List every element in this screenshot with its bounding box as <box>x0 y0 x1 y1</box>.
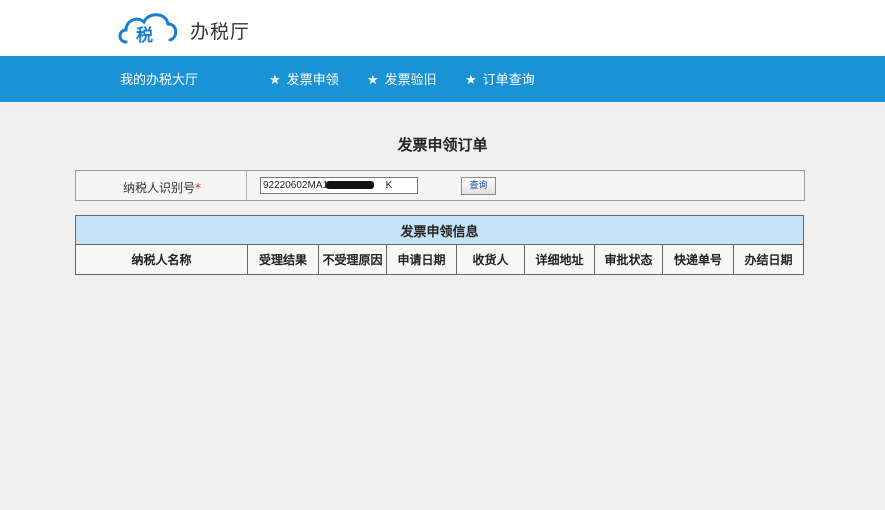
nav-invoice-apply[interactable]: ★ 发票申领 <box>269 69 339 88</box>
star-icon: ★ <box>269 73 281 88</box>
query-form: 纳税人识别号* 92220602MA14 K 查询 <box>75 170 805 201</box>
column-header: 快递单号 <box>662 244 734 275</box>
main-nav: 我的办税大厅 ★ 发票申领 ★ 发票验旧 ★ 订单查询 <box>0 56 885 102</box>
column-header: 纳税人名称 <box>75 244 248 275</box>
nav-home[interactable]: 我的办税大厅 <box>120 69 198 88</box>
column-header: 不受理原因 <box>318 244 387 275</box>
column-header: 审批状态 <box>594 244 663 275</box>
star-icon: ★ <box>465 73 477 88</box>
column-header: 详细地址 <box>524 244 595 275</box>
redaction-mark <box>326 181 374 189</box>
required-mark: * <box>195 181 202 195</box>
query-label-cell: 纳税人识别号* <box>76 171 247 200</box>
nav-invoice-verify[interactable]: ★ 发票验旧 <box>367 69 437 88</box>
logo-glyph: 税 <box>136 25 153 46</box>
nav-order-query[interactable]: ★ 订单查询 <box>465 69 535 88</box>
invoice-apply-table: 发票申领信息 纳税人名称 受理结果 不受理原因 申请日期 收货人 详细地址 审批… <box>74 215 805 275</box>
nav-invoice-verify-label: 发票验旧 <box>384 73 437 88</box>
taxpayer-id-label: 纳税人识别号* <box>123 179 201 196</box>
tax-cloud-logo-icon: 税 <box>118 13 178 46</box>
column-header: 办结日期 <box>732 244 805 275</box>
table-caption: 发票申领信息 <box>74 215 805 245</box>
table-header-row: 纳税人名称 受理结果 不受理原因 申请日期 收货人 详细地址 审批状态 快递单号… <box>75 244 805 275</box>
star-icon: ★ <box>367 73 379 88</box>
query-button[interactable]: 查询 <box>461 177 496 195</box>
column-header: 受理结果 <box>247 244 319 275</box>
taxpayer-id-value: 92220602MA14 <box>263 180 334 191</box>
column-header: 收货人 <box>456 244 525 275</box>
nav-order-query-label: 订单查询 <box>482 73 535 88</box>
site-title: 办税厅 <box>190 21 251 43</box>
page-title: 发票申领订单 <box>397 136 488 154</box>
taxpayer-id-label-text: 纳税人识别号 <box>123 181 196 195</box>
top-header: 税 办税厅 <box>0 0 885 56</box>
main-content: 发票申领订单 纳税人识别号* 92220602MA14 K 查询 发票申领信息 纳… <box>0 102 885 510</box>
taxpayer-id-suffix: K <box>385 180 393 191</box>
column-header: 申请日期 <box>386 244 457 275</box>
nav-invoice-apply-label: 发票申领 <box>286 73 339 88</box>
